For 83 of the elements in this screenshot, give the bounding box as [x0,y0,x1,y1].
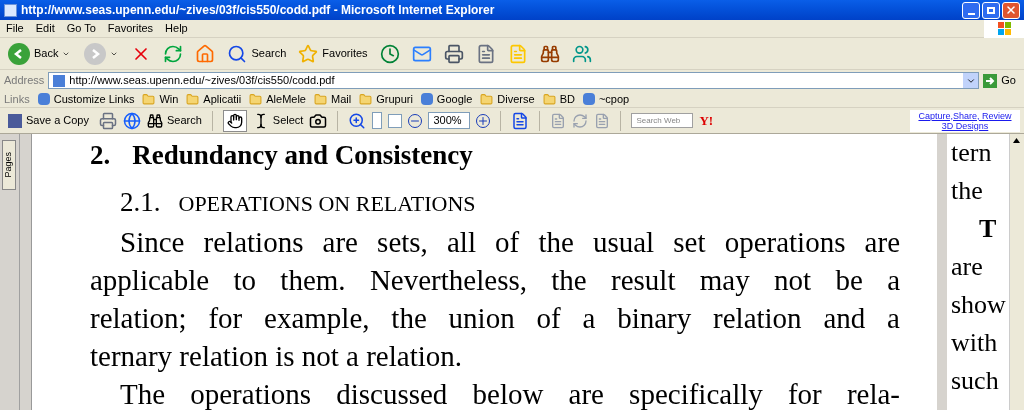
subsection-heading: OPERATIONS ON RELATIONS [178,190,476,218]
page-text-fragment: are [951,251,984,283]
binoculars-icon [147,112,163,129]
page-text-fragment: such [951,365,1000,397]
minimize-button[interactable] [962,1,980,19]
fit-width-icon[interactable] [388,113,403,128]
folder-icon [542,92,556,106]
print-icon [443,43,464,64]
link-item[interactable]: Aplicatii [186,90,242,108]
menu-item[interactable]: Go To [60,20,102,37]
restore-button[interactable] [982,1,1000,19]
page-icon [53,74,66,87]
section-heading: Redundancy and Consistency [132,139,473,172]
page-text-fragment: show [951,289,1007,321]
links-label: Links [4,91,30,107]
page-text-fragment: tern [951,137,993,169]
search-button[interactable]: Search [224,43,290,64]
search-button[interactable]: Search [147,112,202,129]
back-button[interactable]: Back [4,42,75,65]
window-title: http://www.seas.upenn.edu/~zives/03f/cis550/codd.pdf - Microsoft Internet Explorer [21,2,495,19]
hand-icon [226,112,243,129]
ie-page-icon [4,3,17,17]
folder-icon [314,92,327,106]
link-item[interactable]: Win [142,90,179,108]
address-field[interactable]: http://www.seas.upenn.edu/~zives/03f/cis550/codd.pdf [48,72,980,89]
refresh-icon [163,43,184,64]
link-item[interactable]: Mail [314,90,352,108]
search-icon [227,43,248,64]
select-button[interactable]: Select [252,112,304,129]
pages-icon[interactable] [511,111,530,130]
link-item[interactable]: Google [420,90,473,108]
folder-icon [186,92,200,106]
body-text-line: The operations discussed below are specifically for rela- [119,377,900,410]
scroll-up-arrow-icon[interactable] [1012,138,1020,143]
zoom-field[interactable]: 300% [428,112,471,129]
subsection-number: 2.1. [120,186,161,219]
folder-icon [359,92,373,106]
link-item[interactable]: ~cpop [582,90,630,108]
link-item[interactable]: Diverse [480,90,535,108]
go-button[interactable]: Go [983,72,1020,89]
print-icon[interactable] [99,111,117,130]
favorites-icon [298,43,319,64]
close-button[interactable] [1002,1,1020,19]
save-copy-button[interactable]: Save a Copy [4,112,93,129]
page-text-fragment: with [951,327,999,359]
messenger-icon [571,43,592,64]
page-icon [37,93,50,105]
dropdown-icon[interactable] [963,73,979,88]
favorites-button[interactable]: Favorites [295,43,371,64]
fit-page-icon[interactable] [372,112,383,129]
history-icon [379,43,400,64]
camera-icon[interactable] [309,111,328,130]
folder-icon [480,92,494,106]
link-item[interactable]: Grupuri [359,90,413,108]
search-web-field[interactable]: Search Web [631,113,694,128]
body-paragraph: Since relations are sets, all of the usual set operations are applicable to them. Nevertheless, the result may not be a relation; for example, the union of a binary relation and a ternary relation is not a relation. [90,225,900,374]
menu-item[interactable]: File [0,20,30,37]
link-item[interactable]: AleMele [249,90,306,108]
page-text-fragment: T [978,213,998,245]
home-icon [195,43,216,64]
link-item[interactable]: BD [542,90,575,108]
page-icon [420,93,433,105]
link-item[interactable]: Customize Links [37,90,135,108]
globe-icon[interactable] [123,111,141,130]
capture-ad-link[interactable]: Capture,Share, Review 3D Designs [910,109,1020,132]
menu-item[interactable]: Edit [29,20,61,37]
section-number: 2. [90,139,111,172]
folder-icon [249,92,263,106]
menu-item[interactable]: Help [159,20,194,37]
menu-item[interactable]: Favorites [101,20,160,37]
hand-tool-button[interactable] [222,109,247,132]
pages-tab[interactable]: Pages [2,140,16,190]
zoom-in-icon[interactable] [348,111,367,130]
copy-icon[interactable] [594,112,611,129]
folder-icon [142,92,156,106]
yahoo-logo[interactable]: Y! [699,110,714,131]
page-text-fragment: the [951,175,984,207]
address-label: Address [4,73,45,89]
page-icon [582,93,595,105]
research-icon [539,43,560,64]
close-icon [1005,4,1017,16]
arrow-icon [983,73,998,88]
scrollbar[interactable] [1009,134,1022,410]
